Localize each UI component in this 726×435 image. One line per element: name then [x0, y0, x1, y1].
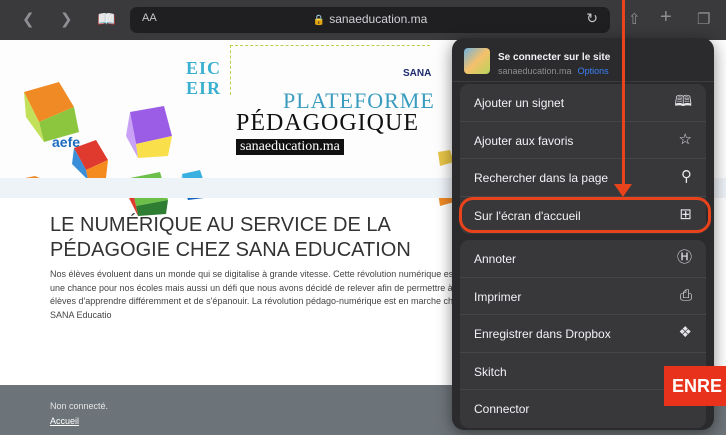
action-label: Annoter: [474, 252, 517, 266]
action-print[interactable]: Imprimer ⎙: [460, 278, 706, 315]
cube-graphic: [24, 82, 79, 142]
action-label: Connector: [474, 402, 530, 416]
action-add-favorites[interactable]: Ajouter aux favoris ☆: [460, 122, 706, 159]
dropbox-icon: ❖: [678, 324, 692, 341]
action-label: Rechercher dans la page: [474, 171, 609, 185]
action-label: Ajouter un signet: [474, 96, 565, 110]
lock-icon: 🔒: [312, 15, 326, 26]
article-headline: LE NUMÉRIQUE AU SERVICE DE LA PÉDAGOGIE …: [50, 214, 411, 261]
action-label: Skitch: [474, 364, 507, 379]
site-thumbnail: [464, 48, 490, 74]
eic-logo: EIC EIR: [186, 58, 221, 98]
annotation-arrow: [622, 0, 625, 186]
action-label: Enregistrer dans Dropbox: [474, 327, 611, 341]
action-label: Ajouter aux favoris: [474, 133, 574, 148]
annotation-arrow-head: [614, 184, 632, 197]
annotation-highlight: [459, 197, 711, 233]
login-status: Non connecté.: [50, 401, 109, 411]
printer-icon: ⎙: [679, 286, 692, 304]
decorative-line: [230, 45, 231, 95]
reload-icon[interactable]: ↻: [586, 10, 598, 27]
new-tab-icon[interactable]: +: [660, 7, 672, 27]
overlay-banner: ENRE: [664, 366, 726, 406]
home-link[interactable]: Accueil: [50, 416, 79, 426]
eic-line: EIC: [186, 58, 222, 78]
share-sheet-title: Se connecter sur le site: [498, 52, 611, 63]
action-label: Imprimer: [474, 289, 522, 304]
sana-logo: SANA: [403, 68, 432, 79]
browser-toolbar: ❮ ❯ 📖 AA 🔒 sanaeducation.ma ↻ ⇧ + ❐: [0, 0, 726, 40]
share-sheet-domain: sanaeducation.ma: [498, 66, 572, 76]
action-markup[interactable]: Annoter Ⓗ: [460, 240, 706, 278]
eir-line: EIR: [186, 78, 222, 98]
decorative-line: [230, 45, 430, 46]
star-icon: ☆: [678, 130, 692, 148]
markup-icon: Ⓗ: [676, 249, 692, 266]
search-icon: ⚲: [681, 168, 692, 185]
article-body: Nos élèves évoluent dans un monde qui se…: [50, 269, 470, 320]
book-icon: 🕮: [674, 93, 692, 110]
cube-graphic: [126, 106, 172, 158]
action-find-in-page[interactable]: Rechercher dans la page ⚲: [460, 159, 706, 197]
bookmarks-icon[interactable]: 📖: [97, 10, 116, 30]
share-sheet-subtitle: sanaeducation.ma Options: [498, 66, 609, 76]
action-add-bookmark[interactable]: Ajouter un signet 🕮: [460, 84, 706, 122]
domain-label: sanaeducation.ma: [236, 139, 344, 155]
action-save-dropbox[interactable]: Enregistrer dans Dropbox ❖: [460, 315, 706, 353]
options-link[interactable]: Options: [578, 66, 609, 76]
share-icon[interactable]: ⇧: [628, 10, 641, 30]
forward-icon[interactable]: ❯: [60, 10, 73, 30]
url-text: sanaeducation.ma: [329, 12, 428, 26]
address-bar[interactable]: AA 🔒 sanaeducation.ma ↻: [130, 7, 610, 33]
tabs-icon[interactable]: ❐: [697, 10, 710, 30]
pedagogic-title: PÉDAGOGIQUE: [236, 110, 419, 136]
url-display[interactable]: 🔒 sanaeducation.ma: [130, 12, 610, 26]
back-icon[interactable]: ❮: [22, 10, 35, 30]
share-sheet-header[interactable]: Se connecter sur le site sanaeducation.m…: [452, 38, 714, 82]
aefe-logo: aefe: [52, 134, 81, 150]
